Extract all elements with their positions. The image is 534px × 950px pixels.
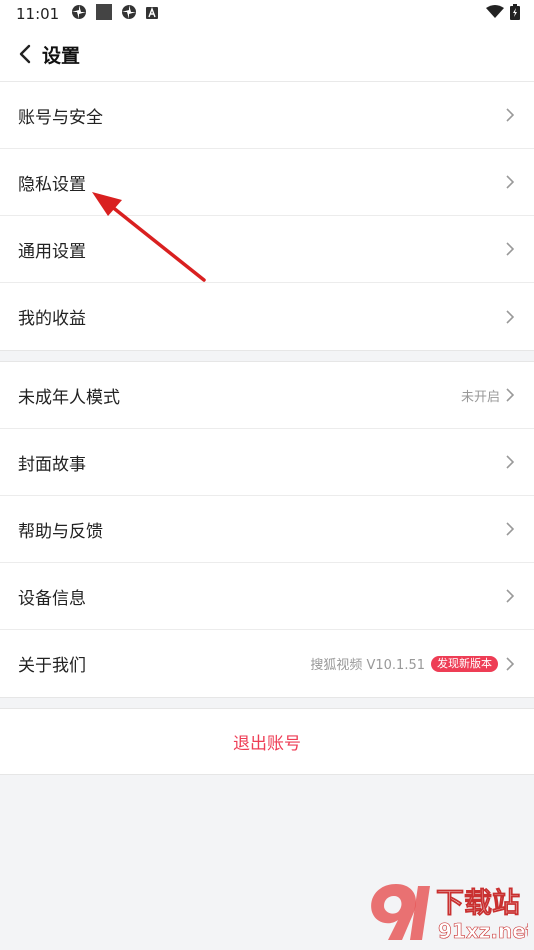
- battery-icon: [510, 3, 520, 24]
- chevron-left-icon: [19, 44, 31, 64]
- watermark-brand: 下载站: [436, 886, 520, 919]
- square-app-icon: [96, 3, 113, 24]
- pinwheel-icon: [71, 4, 87, 24]
- watermark-logo: 下载站 91xz.net: [358, 876, 534, 946]
- new-version-badge: 发现新版本: [431, 655, 498, 672]
- settings-item-label: 未成年人模式: [18, 387, 120, 408]
- minor-mode-status: 未开启: [460, 389, 500, 405]
- wifi-icon: [486, 4, 504, 23]
- chevron-right-icon: [506, 656, 516, 671]
- section-divider: [0, 697, 534, 709]
- chevron-right-icon: [506, 242, 516, 256]
- chevron-right-icon: [506, 589, 516, 603]
- chevron-right-icon: [506, 455, 516, 469]
- annotation-arrow-icon: [92, 192, 206, 282]
- page-title: 设置: [42, 44, 81, 67]
- back-button[interactable]: [14, 43, 36, 65]
- settings-item-help-feedback[interactable]: 帮助与反馈: [0, 496, 534, 563]
- settings-item-label: 我的收益: [18, 309, 86, 329]
- a-letter-icon: [146, 5, 159, 23]
- settings-item-privacy[interactable]: 隐私设置: [0, 149, 534, 216]
- chevron-right-icon: [506, 175, 516, 189]
- settings-item-label: 关于我们: [18, 656, 86, 676]
- chevron-right-icon: [506, 309, 516, 324]
- settings-item-label: 隐私设置: [18, 174, 86, 195]
- watermark-url: 91xz.net: [438, 919, 528, 943]
- settings-group-misc: 未成年人模式 未开启 封面故事 帮助与反馈 设备信息 关于我们 搜狐视频 V10…: [0, 362, 534, 697]
- app-version: 搜狐视频 V10.1.51: [310, 658, 425, 673]
- section-divider: [0, 350, 534, 362]
- settings-item-earnings[interactable]: 我的收益: [0, 283, 534, 350]
- settings-item-label: 账号与安全: [18, 107, 103, 128]
- settings-item-general[interactable]: 通用设置: [0, 216, 534, 283]
- status-bar: 11:01: [0, 0, 534, 27]
- settings-group-account: 账号与安全 隐私设置 通用设置 我的收益: [0, 82, 534, 350]
- settings-item-account-security[interactable]: 账号与安全: [0, 82, 534, 149]
- settings-item-device-info[interactable]: 设备信息: [0, 563, 534, 630]
- top-bar: 设置: [0, 27, 534, 82]
- chevron-right-icon: [506, 522, 516, 536]
- settings-item-minor-mode[interactable]: 未成年人模式 未开启: [0, 362, 534, 429]
- chevron-right-icon: [506, 108, 516, 122]
- settings-item-label: 封面故事: [18, 454, 86, 475]
- logout-button[interactable]: 退出账号: [0, 709, 534, 775]
- status-time: 11:01: [16, 4, 60, 23]
- settings-item-label: 帮助与反馈: [18, 521, 103, 542]
- settings-item-about[interactable]: 关于我们 搜狐视频 V10.1.51 发现新版本: [0, 630, 534, 697]
- settings-item-label: 设备信息: [18, 588, 86, 609]
- chevron-right-icon: [506, 388, 516, 402]
- logout-label: 退出账号: [233, 734, 301, 754]
- pinwheel-icon: [121, 4, 137, 24]
- settings-item-cover-story[interactable]: 封面故事: [0, 429, 534, 496]
- settings-item-label: 通用设置: [18, 241, 86, 262]
